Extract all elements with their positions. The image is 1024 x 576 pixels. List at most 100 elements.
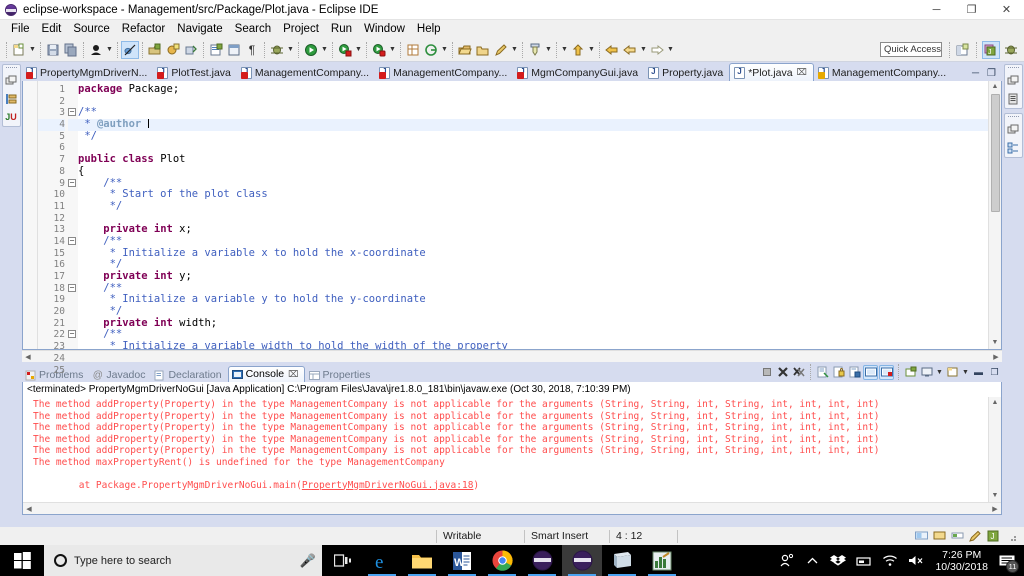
taskbar-app-eclipse-1[interactable] [522, 545, 562, 576]
run-last-tool-dropdown-icon[interactable]: ▼ [354, 41, 363, 59]
view-menu-dropdown-icon[interactable]: ▼ [961, 363, 970, 381]
new-java-project-icon[interactable] [207, 41, 225, 59]
next-annotation-dropdown-icon[interactable]: ▼ [587, 41, 596, 59]
minimize-console-icon[interactable]: ▬ [971, 365, 986, 380]
next-annotation-icon[interactable] [569, 41, 587, 59]
debug-perspective-icon[interactable] [1002, 41, 1020, 59]
previous-edit-icon[interactable] [621, 41, 639, 59]
task-view-button-icon[interactable] [322, 545, 362, 576]
editor-tab-managementcompany-1[interactable]: ManagementCompany... [236, 63, 376, 81]
open-folder-icon[interactable] [474, 41, 492, 59]
start-button-icon[interactable] [0, 545, 44, 576]
maximize-button[interactable]: ❐ [954, 0, 989, 19]
java-perspective-icon[interactable]: J [982, 40, 1000, 59]
dropbox-icon[interactable] [825, 545, 851, 576]
forward-history-icon[interactable] [648, 41, 666, 59]
wifi-icon[interactable] [877, 545, 903, 576]
build-status-icon[interactable] [932, 529, 947, 543]
java-status-icon[interactable]: J [986, 529, 1001, 543]
pen-status-icon[interactable] [968, 529, 983, 543]
open-perspective-icon[interactable] [456, 41, 474, 59]
scroll-down-arrow-icon[interactable]: ▼ [992, 337, 999, 349]
open-perspective-button-icon[interactable] [953, 41, 971, 59]
previous-edit-dropdown-icon[interactable]: ▼ [639, 41, 648, 59]
menu-search[interactable]: Search [229, 22, 277, 36]
console-horizontal-scrollbar[interactable]: ◀ ▶ [23, 502, 1001, 514]
editor-horizontal-scrollbar[interactable]: ◀ ▶ [22, 350, 1002, 362]
scroll-up-arrow-icon[interactable]: ▲ [992, 397, 999, 409]
fold-collapse-icon[interactable]: − [68, 236, 78, 248]
new-java-class-icon[interactable] [164, 41, 182, 59]
onedrive-icon[interactable] [851, 545, 877, 576]
menu-help[interactable]: Help [411, 22, 447, 36]
extra-dropdown-icon[interactable]: ▼ [560, 41, 569, 59]
maximize-editor-icon[interactable]: ❐ [987, 68, 996, 79]
skip-all-breakpoints-icon[interactable] [121, 40, 139, 59]
restore-view-icon[interactable] [4, 73, 19, 88]
taskbar-app-notes[interactable] [602, 545, 642, 576]
external-tools-dropdown-icon[interactable]: ▼ [388, 41, 397, 59]
folding-ruler[interactable]: − − − − − [68, 81, 78, 349]
pen-icon[interactable] [492, 41, 510, 59]
scroll-right-arrow-icon[interactable]: ▶ [989, 505, 1001, 513]
progress-icon[interactable] [950, 529, 965, 543]
pen-dropdown-icon[interactable]: ▼ [510, 41, 519, 59]
console-vertical-scrollbar[interactable]: ▲ ▼ [988, 397, 1001, 502]
scroll-left-arrow-icon[interactable]: ◀ [22, 353, 34, 361]
code-text-area[interactable]: package Package; /** * @author */ public c… [78, 81, 988, 349]
scroll-thumb[interactable] [990, 94, 1000, 212]
remove-launch-icon[interactable] [775, 365, 790, 380]
scroll-left-arrow-icon[interactable]: ◀ [23, 505, 35, 513]
menu-source[interactable]: Source [67, 22, 115, 36]
editor-tab-managementcompany-2[interactable]: ManagementCompany... [375, 63, 514, 81]
new-wizard-icon[interactable] [10, 41, 28, 59]
mark-occurrences-dropdown-icon[interactable]: ▼ [105, 41, 114, 59]
junit-icon[interactable]: JU [4, 109, 19, 124]
restore-editor-icon[interactable]: ─ [972, 68, 979, 79]
close-icon[interactable]: ⌧ [797, 67, 807, 78]
view-tab-declaration[interactable]: Declaration [151, 368, 226, 382]
annotation-ruler[interactable] [23, 81, 38, 349]
annotation-dropdown-icon[interactable]: ▼ [544, 41, 553, 59]
taskbar-app-edge[interactable]: e [362, 545, 402, 576]
open-type-icon[interactable] [182, 41, 200, 59]
scroll-down-arrow-icon[interactable]: ▼ [992, 490, 999, 502]
new-java-package-icon[interactable] [146, 41, 164, 59]
taskbar-app-eclipse-2[interactable] [562, 545, 602, 576]
run-icon[interactable] [302, 41, 320, 59]
new-window-icon[interactable] [404, 41, 422, 59]
editor-tab-property[interactable]: Property.java [644, 63, 730, 81]
scroll-lock-icon[interactable] [831, 365, 846, 380]
pilcrow-icon[interactable]: ¶ [243, 41, 261, 59]
remove-all-launches-icon[interactable] [791, 365, 806, 380]
heap-status-icon[interactable] [914, 529, 929, 543]
view-tab-console[interactable]: Console ⌧ [227, 366, 305, 382]
console-output[interactable]: The method addProperty(Property) in the … [23, 397, 988, 502]
scroll-right-arrow-icon[interactable]: ▶ [990, 353, 1002, 361]
pin-console-icon[interactable] [847, 365, 862, 380]
back-history-icon[interactable] [603, 41, 621, 59]
forward-history-dropdown-icon[interactable]: ▼ [666, 41, 675, 59]
new-console-view-icon[interactable] [903, 365, 918, 380]
fold-collapse-icon[interactable]: − [68, 283, 78, 295]
editor-tab-propertymgmdriver[interactable]: PropertyMgmDriverN... [22, 63, 154, 81]
show-hidden-icons-chevron-up-icon[interactable] [799, 545, 825, 576]
people-icon[interactable] [773, 545, 799, 576]
package-explorer-icon[interactable] [4, 91, 19, 106]
new-wizard-dropdown-icon[interactable]: ▼ [28, 41, 37, 59]
taskbar-app-file-explorer[interactable] [402, 545, 442, 576]
editor-vertical-scrollbar[interactable]: ▲ ▼ [988, 81, 1001, 349]
view-tab-javadoc[interactable]: @ Javadoc [89, 368, 150, 382]
editor-tab-managementcompany-3[interactable]: ManagementCompany... [813, 63, 953, 81]
open-console-icon[interactable] [879, 364, 894, 380]
fold-collapse-icon[interactable]: − [68, 178, 78, 190]
fold-collapse-icon[interactable]: − [68, 329, 78, 341]
menu-window[interactable]: Window [358, 22, 411, 36]
menu-project[interactable]: Project [277, 22, 325, 36]
editor-tab-plot[interactable]: *Plot.java ⌧ [729, 63, 814, 81]
toggle-mark-occurrences-icon[interactable] [87, 41, 105, 59]
debug-dropdown-icon[interactable]: ▼ [286, 41, 295, 59]
menu-run[interactable]: Run [325, 22, 358, 36]
taskbar-app-word[interactable]: W [442, 545, 482, 576]
external-tools-icon[interactable] [370, 41, 388, 59]
